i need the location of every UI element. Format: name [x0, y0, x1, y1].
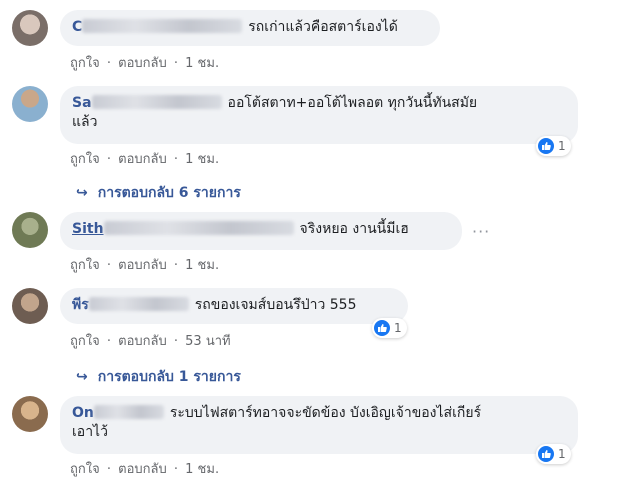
comment-text-cont: เอาไว้ [72, 424, 108, 440]
comment-author[interactable]: On [72, 405, 94, 421]
redacted-name [91, 95, 222, 109]
comment-bubble: Sith จริงหยอ งานนี้มีเฮ [60, 212, 462, 250]
avatar[interactable] [12, 288, 48, 324]
redacted-name [93, 405, 164, 419]
reaction-count[interactable]: 1 [536, 444, 571, 464]
view-replies-link[interactable]: ↪ การตอบกลับ 6 รายการ [76, 182, 241, 204]
comment-author[interactable]: Sa [72, 95, 92, 111]
comment-text: รถเก่าแล้วคือสตาร์เองได้ [248, 19, 398, 35]
like-link[interactable]: ถูกใจ [70, 56, 100, 71]
like-icon [538, 138, 554, 154]
more-options-icon[interactable]: ··· [472, 222, 490, 241]
timestamp[interactable]: 1 ชม. [185, 258, 219, 273]
timestamp[interactable]: 53 นาที [185, 334, 230, 349]
like-link[interactable]: ถูกใจ [70, 334, 100, 349]
comment-actions: ถูกใจ · ตอบกลับ · 1 ชม. [70, 462, 220, 477]
like-link[interactable]: ถูกใจ [70, 258, 100, 273]
comment-actions: ถูกใจ · ตอบกลับ · 53 นาที [70, 334, 231, 349]
comment-author[interactable]: พีร [72, 297, 89, 313]
avatar[interactable] [12, 86, 48, 122]
comment-bubble: On ระบบไฟสตาร์ทอาจจะขัดข้อง บังเอิญเจ้าขอ… [60, 396, 578, 454]
avatar[interactable] [12, 396, 48, 432]
timestamp[interactable]: 1 ชม. [185, 462, 219, 477]
comment-author[interactable]: C [72, 19, 82, 35]
reaction-count[interactable]: 1 [536, 136, 571, 156]
like-icon [538, 446, 554, 462]
reply-link[interactable]: ตอบกลับ [118, 258, 167, 273]
like-link[interactable]: ถูกใจ [70, 462, 100, 477]
like-icon [374, 320, 390, 336]
reply-link[interactable]: ตอบกลับ [118, 334, 167, 349]
reply-link[interactable]: ตอบกลับ [118, 152, 167, 167]
comment-actions: ถูกใจ · ตอบกลับ · 1 ชม. [70, 152, 220, 167]
timestamp[interactable]: 1 ชม. [185, 152, 219, 167]
avatar[interactable] [12, 212, 48, 248]
like-link[interactable]: ถูกใจ [70, 152, 100, 167]
redacted-name [82, 19, 243, 33]
avatar[interactable] [12, 10, 48, 46]
comment-text: รถของเจมส์บอนรึป่าว 555 [194, 297, 357, 313]
view-replies-link[interactable]: ↪ การตอบกลับ 1 รายการ [76, 366, 241, 388]
comment-text: ระบบไฟสตาร์ทอาจจะขัดข้อง บังเอิญเจ้าของไ… [169, 405, 482, 421]
reply-arrow-icon: ↪ [76, 369, 88, 385]
redacted-name [88, 297, 189, 311]
comment-bubble: C รถเก่าแล้วคือสตาร์เองได้ [60, 10, 440, 46]
reply-link[interactable]: ตอบกลับ [118, 462, 167, 477]
comment-author[interactable]: Sith [72, 221, 104, 237]
comment-bubble: Sa ออโต้สตาท+ออโต้ไพลอต ทุกวันนี้ทันสมัย … [60, 86, 578, 144]
redacted-name [103, 221, 294, 235]
reply-link[interactable]: ตอบกลับ [118, 56, 167, 71]
reply-arrow-icon: ↪ [76, 185, 88, 201]
comment-bubble: พีร รถของเจมส์บอนรึป่าว 555 [60, 288, 408, 324]
comment-text: จริงหยอ งานนี้มีเฮ [299, 221, 409, 237]
comment-text: ออโต้สตาท+ออโต้ไพลอต ทุกวันนี้ทันสมัย [227, 95, 478, 111]
comment-actions: ถูกใจ · ตอบกลับ · 1 ชม. [70, 258, 220, 273]
reaction-count[interactable]: 1 [372, 318, 407, 338]
comment-actions: ถูกใจ · ตอบกลับ · 1 ชม. [70, 56, 220, 71]
timestamp[interactable]: 1 ชม. [185, 56, 219, 71]
comment-text-cont: แล้ว [72, 114, 98, 130]
